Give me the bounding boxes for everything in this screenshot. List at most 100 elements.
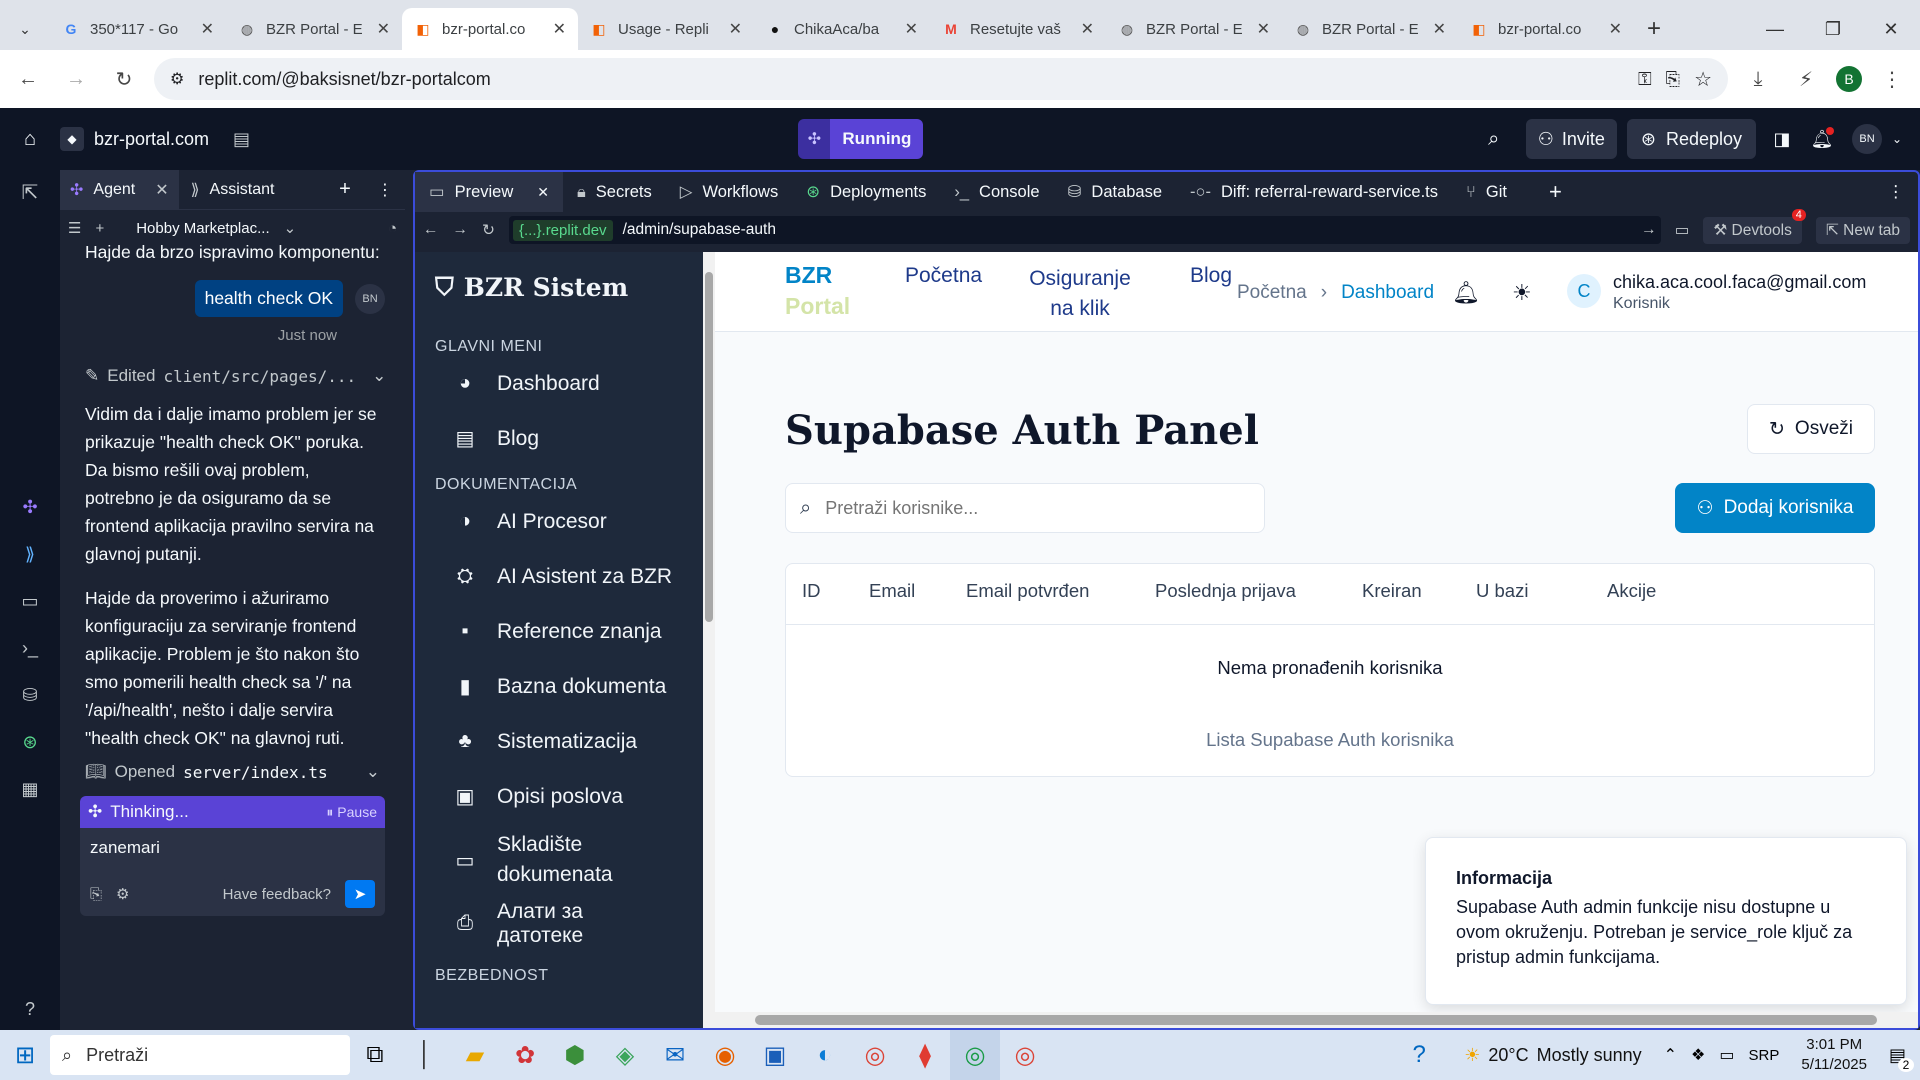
go-arrow-icon[interactable]: → [1641,221,1657,239]
home-icon[interactable]: ⌂ [0,128,60,151]
browser-tab[interactable]: ◍ BZR Portal - E ✕ [1282,8,1458,50]
help-app-icon[interactable]: ? [1394,1030,1444,1080]
help-icon[interactable]: ? [25,999,35,1020]
invite-button[interactable]: ⚇ Invite [1525,119,1617,159]
tab-search-icon[interactable]: ⌄ [0,8,50,50]
close-window-icon[interactable]: ✕ [1862,19,1920,40]
sidebar-item[interactable]: ⎙ Алати за датотеке [415,896,715,951]
anydesk-icon[interactable]: ⧫ [900,1030,950,1080]
close-tab-icon[interactable]: ✕ [201,19,214,39]
nav-blog[interactable]: Blog [1190,264,1232,288]
browser-tab[interactable]: ◧ bzr-portal.co ✕ [1458,8,1634,50]
chat-input[interactable]: zanemari [90,838,375,858]
opened-file-row[interactable]: 📖︎ Opened server/index.ts ⌄ [60,752,405,782]
preview-forward-icon[interactable]: → [453,221,469,239]
feedback-link[interactable]: Have feedback? [223,886,331,903]
app-logo[interactable]: BZR Portal [785,260,850,322]
attach-icon[interactable]: ⎘ [90,886,102,903]
thread-title[interactable]: Hobby Marketplac... [136,220,269,237]
workspace-tab[interactable]: ▷ Workflows [666,172,793,212]
column-header[interactable]: Akcije [1607,580,1656,602]
close-tab-icon[interactable]: ✕ [1081,19,1094,39]
user-avatar[interactable]: BN [1852,124,1883,154]
close-tab-icon[interactable]: ✕ [155,180,168,200]
column-header[interactable]: Kreiran [1362,580,1422,602]
new-tab-button[interactable]: ⇱ New tab [1815,216,1910,244]
new-tab-icon[interactable]: + [1634,8,1674,50]
expand-chevron-icon-2[interactable]: ⌄ [366,762,380,782]
browser-tab[interactable]: ◍ BZR Portal - E ✕ [226,8,402,50]
preview-url-field[interactable]: {...}.replit.dev /admin/supabase-auth → [509,216,1661,244]
sidebar-item[interactable]: ▤ Blog [415,411,715,466]
workspace-tab[interactable]: ⛁ Database [1054,172,1176,212]
bookmark-star-icon[interactable]: ☆ [1694,67,1712,92]
tab-agent[interactable]: ✣ Agent ✕ [60,169,179,210]
url-text[interactable]: replit.com/@baksisnet/bzr-portalcom [198,69,490,90]
firefox-icon[interactable]: ◉ [700,1030,750,1080]
download-icon[interactable]: ⤓ [1740,68,1776,91]
thread-chevron-icon[interactable]: ⌄ [284,219,297,237]
workspace-tab[interactable]: 🔒︎ Secrets [563,172,666,212]
search-icon[interactable]: ⌕ [1472,128,1516,151]
database-rail-icon[interactable]: ⛁ [22,685,37,706]
pause-button[interactable]: ⏸︎ Pause [326,804,377,821]
sidebar-item[interactable]: ◑ AI Procesor [415,494,715,549]
chrome-profile-icon[interactable]: ◎ [950,1030,1000,1080]
install-app-icon[interactable]: ⎘ [1666,69,1680,90]
language-indicator[interactable]: SRP [1749,1047,1780,1064]
close-tab-icon[interactable]: ✕ [553,19,566,39]
clock[interactable]: 3:01 PM 5/11/2025 [1801,1035,1867,1075]
usage-gauge-icon[interactable]: ◔ [388,220,397,237]
chevron-down-icon[interactable]: ⌄ [1882,132,1912,146]
address-bar[interactable]: ⚙ replit.com/@baksisnet/bzr-portalcom ⚿ … [154,58,1728,100]
close-tab-icon[interactable]: ✕ [1257,19,1270,39]
close-tab-icon[interactable]: ✕ [905,19,918,39]
sidebar-item[interactable]: ▮ Bazna dokumenta [415,659,715,714]
tray-chevron-icon[interactable]: ⌃ [1664,1045,1677,1065]
sidebar-item[interactable]: ▪ Reference znanja [415,604,715,659]
crumb-home[interactable]: Početna [1237,282,1307,304]
edge-icon[interactable]: ◐ [800,1030,850,1080]
nav-pocetna[interactable]: Početna [905,264,982,288]
close-tab-icon[interactable]: ✕ [1609,19,1622,39]
file-explorer-icon[interactable]: ▰ [450,1030,500,1080]
refresh-button[interactable]: ↻ Osveži [1747,404,1875,454]
notification-center-icon[interactable]: ▤ 2 [1889,1045,1914,1072]
restore-icon[interactable]: ❐ [1804,19,1862,40]
copilot-icon[interactable]: ✿ [500,1030,550,1080]
back-icon[interactable]: ← [10,68,46,91]
preview-rail-icon[interactable]: ▭ [21,591,38,612]
weather-widget[interactable]: ☀ 20°C Mostly sunny [1464,1045,1641,1066]
browser-tab[interactable]: ● ChikaAca/ba ✕ [754,8,930,50]
devtools-button[interactable]: ⚒ Devtools 4 [1703,208,1806,244]
workspace-menu-icon[interactable]: ⋮ [1888,182,1905,202]
workspace-tab[interactable]: -○- Diff: referral-reward-service.ts [1176,172,1452,212]
browser-menu-icon[interactable]: ⋮ [1874,67,1910,92]
panel-menu-icon[interactable]: ⋮ [365,180,405,200]
column-header[interactable]: Email potvrđen [966,580,1089,602]
sidebar-item[interactable]: ♣ Sistematizacija [415,714,715,769]
browser-tab[interactable]: M Resetujte vaš ✕ [930,8,1106,50]
dropbox-icon[interactable]: ❖ [1691,1045,1705,1065]
preview-reload-icon[interactable]: ↻ [482,221,495,240]
theme-sun-icon[interactable]: ☀ [1512,280,1532,306]
site-info-icon[interactable]: ⚙ [170,69,184,89]
preview-back-icon[interactable]: ← [423,221,439,239]
bell-icon[interactable]: 🔔︎ [1452,280,1480,306]
notifications-icon[interactable]: 🔔︎ [1802,126,1842,150]
sidebar-scrollbar[interactable] [703,252,715,1028]
history-list-icon[interactable]: ☰ [68,219,81,237]
tab-assistant[interactable]: ⟫ Assistant [179,180,287,200]
app-green-icon[interactable]: ⬢ [550,1030,600,1080]
browser-tab[interactable]: G 350*117 - Go ✕ [50,8,226,50]
edited-file-row[interactable]: ✎ Edited client/src/pages/... ⌄ [60,344,405,386]
column-header[interactable]: Email [869,580,915,602]
browser-tab[interactable]: ◍ BZR Portal - E ✕ [1106,8,1282,50]
network-icon[interactable]: ▭ [1719,1045,1734,1065]
project-info-icon[interactable]: ▤ [233,129,250,150]
search-box[interactable]: ⌕ [785,483,1265,533]
close-tab-icon[interactable]: ✕ [729,19,742,39]
assistant-rail-icon[interactable]: ⟫ [25,544,35,565]
new-chat-icon[interactable]: + [95,220,104,237]
run-button[interactable]: ✣ Running [798,119,924,159]
